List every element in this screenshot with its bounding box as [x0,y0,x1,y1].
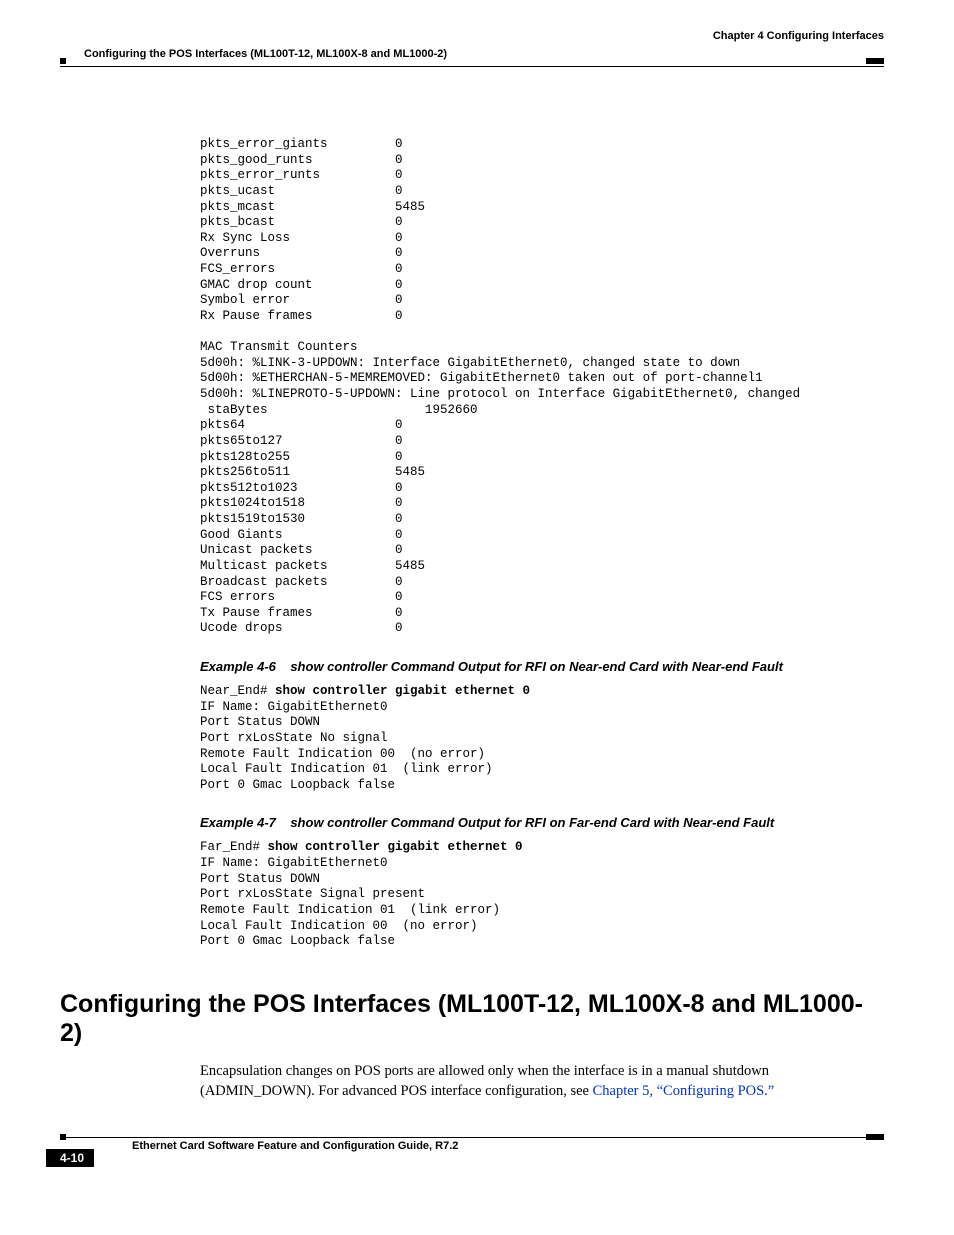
section-title-header: Configuring the POS Interfaces (ML100T-1… [84,48,447,60]
example-4-6-title: Example 4-6 show controller Command Outp… [200,659,884,674]
book-title: Ethernet Card Software Feature and Confi… [132,1140,884,1152]
section-heading: Configuring the POS Interfaces (ML100T-1… [60,990,884,1048]
example-4-7-code: Far_End# show controller gigabit etherne… [200,840,884,949]
running-header: Chapter 4 Configuring Interfaces Configu… [60,30,884,60]
section-paragraph: Encapsulation changes on POS ports are a… [200,1062,884,1101]
footer-rule [60,1137,884,1138]
example-caption: show controller Command Output for RFI o… [290,659,783,674]
command-output: IF Name: GigabitEthernet0 Port Status DO… [200,856,500,948]
command: show controller gigabit ethernet 0 [268,840,523,854]
header-rule-start-marker [60,58,66,64]
command-output: IF Name: GigabitEthernet0 Port Status DO… [200,700,493,792]
page-footer: Ethernet Card Software Feature and Confi… [60,1137,884,1152]
footer-rule-start-marker [60,1134,66,1140]
code-output-block-1: pkts_error_giants 0 pkts_good_runts 0 pk… [200,137,884,637]
example-caption: show controller Command Output for RFI o… [290,815,774,830]
example-4-7-title: Example 4-7 show controller Command Outp… [200,815,884,830]
example-label: Example 4-6 [200,659,276,674]
chapter-title: Chapter 4 Configuring Interfaces [713,30,884,42]
footer-rule-end-marker [866,1134,884,1140]
prompt: Near_End# [200,684,275,698]
chapter-cross-reference[interactable]: Chapter 5, “Configuring POS.” [593,1083,775,1099]
page-number: 4-10 [46,1149,94,1167]
prompt: Far_End# [200,840,268,854]
command: show controller gigabit ethernet 0 [275,684,530,698]
example-4-6-code: Near_End# show controller gigabit ethern… [200,684,884,793]
header-rule [60,66,884,67]
header-rule-end-marker [866,58,884,64]
example-label: Example 4-7 [200,815,276,830]
